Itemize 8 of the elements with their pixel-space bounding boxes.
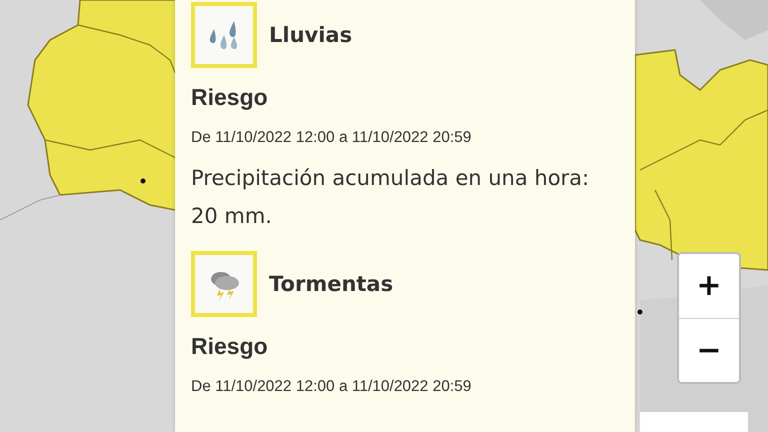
- alert-period: De 11/10/2022 12:00 a 11/10/2022 20:59: [191, 378, 472, 396]
- alert-period: De 11/10/2022 12:00 a 11/10/2022 20:59: [191, 129, 472, 147]
- risk-level-label: Riesgo: [191, 84, 269, 111]
- risk-level-label: Riesgo: [191, 333, 269, 360]
- alert-description: Precipitación acumulada en una hora: 20 mm.: [191, 165, 590, 230]
- alert-title: Lluvias: [269, 23, 352, 47]
- zoom-out-button[interactable]: −: [679, 318, 739, 382]
- alert-title: Tormentas: [269, 272, 394, 296]
